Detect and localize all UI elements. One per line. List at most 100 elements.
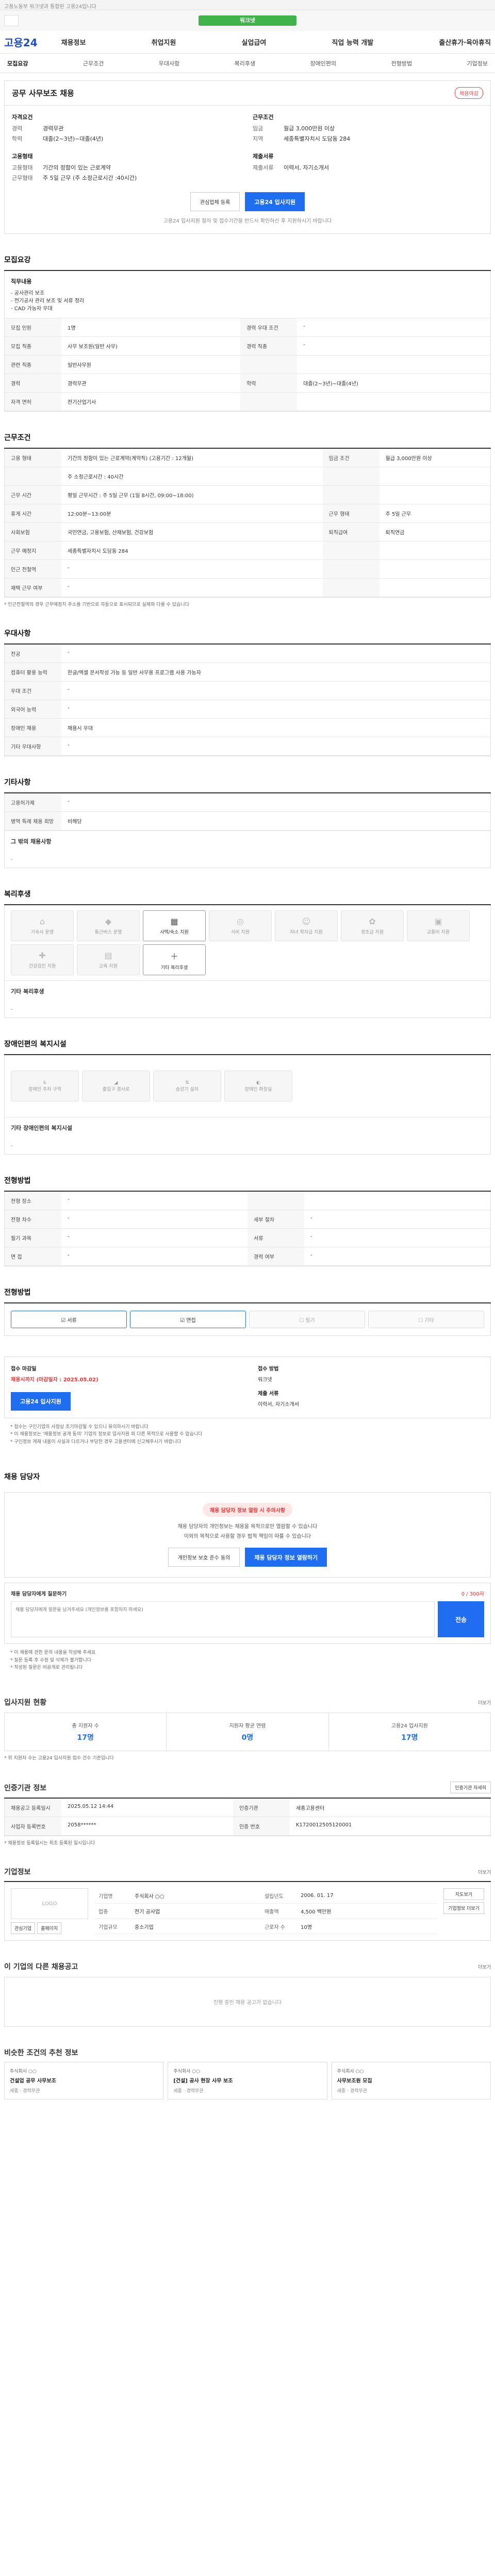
gnb-item-0[interactable]: 채용정보 <box>61 37 86 47</box>
similar-card[interactable]: 주식회사 ○○ 건설업 공무 사무보조 세종 · 경력무관 <box>4 2062 164 2100</box>
tab-0[interactable]: 모집요강 <box>2 59 33 67</box>
apply-button[interactable]: 고용24 입사지원 <box>245 192 305 211</box>
tab-2[interactable]: 우대사항 <box>154 59 185 67</box>
table-value-cell: - <box>61 681 490 700</box>
table-value-cell: - <box>304 1228 490 1247</box>
similar-card[interactable]: 주식회사 ○○ [건설] 공사 현장 사무 보조 세종 · 경력무관 <box>168 2062 327 2100</box>
table-header-cell: 관련 직종 <box>5 355 61 374</box>
interest-button[interactable]: 관심업체 등록 <box>190 192 240 211</box>
table-value-cell: - <box>61 560 323 579</box>
gnb-item-3[interactable]: 직업 능력 개발 <box>332 37 373 47</box>
apply-button-2[interactable]: 고용24 입사지원 <box>11 1392 71 1411</box>
manager-text-2: 이외의 목적으로 사용할 경우 법적 책임이 따를 수 있습니다 <box>184 1534 311 1540</box>
table-row: 외국어 능력 - <box>5 700 490 719</box>
company-home-button[interactable]: 홈페이지 <box>37 1922 62 1935</box>
question-note-line: * 이 채용에 관한 문의 내용을 작성해 주세요 <box>10 1650 96 1656</box>
table-value-cell: 경력무관 <box>61 374 241 393</box>
tab-1[interactable]: 근무조건 <box>78 59 109 67</box>
gnb-item-4[interactable]: 출산휴가·육아휴직 <box>439 37 491 47</box>
gnb-item-2[interactable]: 실업급여 <box>242 37 267 47</box>
table-header-cell: 근무 예정지 <box>5 541 61 560</box>
table-value-cell: - <box>61 1192 248 1210</box>
table-value-cell <box>379 541 490 560</box>
table-row: 인근 전철역 - <box>5 560 490 579</box>
company-view-button[interactable]: 기업정보 더보기 <box>443 1902 484 1914</box>
table-row: 사업자 등록번호 2058****** 인증 번호 K1720012505120001 <box>5 1817 490 1836</box>
company-like-button[interactable]: 관심기업 <box>11 1922 36 1935</box>
table-value-cell: - <box>297 318 490 337</box>
company-section: 기업정보 더보기 LOGO 관심기업 홈페이지 기업명 주식회사 ○○ 설립년도 20… <box>4 1867 491 1941</box>
company-map-button[interactable]: 지도보기 <box>443 1888 484 1901</box>
table-value-cell: 일반사무원 <box>61 355 241 374</box>
table-header-cell: 퇴직급여 <box>322 522 380 541</box>
welfare-item: ▣ 교통비 지원 <box>407 910 470 941</box>
company-key: 기업명 <box>94 1888 130 1904</box>
process-title: 전형방법 <box>4 1175 491 1192</box>
table-header-cell: 학력 <box>240 374 298 393</box>
deadline-value: 채용시까지 (마감일자 : 2025.05.02) <box>11 1377 98 1383</box>
company-value: 2006. 01. 17 <box>296 1888 438 1904</box>
tab-5[interactable]: 전형방법 <box>386 59 417 67</box>
manager-text-1: 채용 담당자의 개인정보는 채용을 목적으로만 열람할 수 있습니다 <box>177 1524 318 1530</box>
table-row: 재택 근무 여부 - <box>5 578 490 597</box>
company-more-link[interactable]: 더보기 <box>478 1869 491 1875</box>
global-nav: 고용24 채용정보 취업지원 실업급여 직업 능력 개발 출산휴가·육아휴직 <box>0 31 495 54</box>
stat-label: 고용24 입사지원 <box>391 1723 428 1730</box>
method-item: ☑ 면접 <box>130 1311 246 1328</box>
table-value-cell: - <box>61 645 490 663</box>
table-value-cell: 한글/엑셀 문서작성 가능 등 일반 사무용 프로그램 사용 가능자 <box>61 663 490 682</box>
company-row: 업종 전기 공사업 매출액 4,500 백만원 <box>94 1903 438 1919</box>
child-icon: ☺ <box>302 917 311 926</box>
table-row: 전형 장소 - <box>5 1192 490 1210</box>
gnb-item-1[interactable]: 취업지원 <box>152 37 176 47</box>
stat-item: 지원자 평균 연령 0명 <box>167 1713 329 1751</box>
stat-value: 17명 <box>401 1734 418 1742</box>
tab-4[interactable]: 장애인편의 <box>305 59 342 67</box>
welfare-label: 교육 지원 <box>99 964 118 969</box>
table-row: 사회보험 국민연금, 고용보험, 산재보험, 건강보험 퇴직급여 퇴직연금 <box>5 522 490 541</box>
table-header-cell: 경력 우대 조건 <box>240 318 298 337</box>
welfare-item: ⌂ 기숙사 운영 <box>11 910 74 941</box>
table-value-cell: - <box>61 1247 248 1266</box>
table-header-cell: 경력 <box>5 374 61 393</box>
similar-card[interactable]: 주식회사 ○○ 사무보조원 모집 세종 · 경력무관 <box>331 2062 491 2100</box>
disab-other-value: - <box>11 1143 13 1149</box>
welfare-other-label: 기타 복리후생 <box>5 980 490 1002</box>
table-header-cell <box>248 1192 304 1210</box>
table-value-cell: 채용시 우대 <box>61 718 490 737</box>
right_rows-key: 지역 <box>253 135 263 142</box>
similar-title: 비슷한 조건의 추천 정보 <box>4 2049 78 2058</box>
privacy-agree-button[interactable]: 개인정보 보호 준수 동의 <box>168 1548 240 1567</box>
table-header-cell: 서류 <box>248 1228 304 1247</box>
cert-note: * 채용정보 등록일시는 최초 등록된 일시입니다 <box>4 1841 95 1846</box>
view-manager-button[interactable]: 채용 담당자 정보 열람하기 <box>245 1548 327 1567</box>
question-send-button[interactable]: 전송 <box>438 1601 484 1638</box>
stat-value: 0명 <box>241 1734 254 1742</box>
question-note-line: * 질문 등록 후 수정 및 삭제가 불가합니다 <box>10 1657 92 1663</box>
table-row: 관련 직종 일반사무원 <box>5 355 490 374</box>
tab-3[interactable]: 복리후생 <box>229 59 260 67</box>
cert-detail-button[interactable]: 인증기관 자세히 <box>450 1782 491 1794</box>
table-header-cell: 고용 형태 <box>5 449 61 467</box>
table-header-cell: 장애인 채용 <box>5 718 61 737</box>
stats-more-link[interactable]: 더보기 <box>478 1699 491 1706</box>
wheelchair-icon: ♿ <box>42 1080 47 1086</box>
apply-note-line: * 이 채용정보는 '채용정보 공개 동의' 기업의 정보로 입사지원 외 다른… <box>10 1432 203 1437</box>
ribbon-label[interactable]: 워크넷 <box>199 15 296 26</box>
right2_rows-value: 이력서, 자기소개서 <box>284 164 329 171</box>
table-value-cell: - <box>61 737 490 756</box>
table-row: 고용허가제 - <box>5 793 490 812</box>
table-value-cell: - <box>304 1210 490 1229</box>
site-logo[interactable]: 고용24 <box>4 35 38 49</box>
question-input[interactable] <box>11 1601 435 1638</box>
table-header-cell: 사업자 등록번호 <box>5 1817 61 1836</box>
welfare-label: 교통비 지원 <box>426 930 450 935</box>
tab-6[interactable]: 기업정보 <box>461 59 492 67</box>
same-more-link[interactable]: 더보기 <box>478 1963 491 1970</box>
welfare-item: ▦ 사택/숙소 지원 <box>143 910 206 941</box>
disab-label: 출입구 경사로 <box>102 1087 130 1092</box>
table-value-cell <box>304 1192 490 1210</box>
book-icon: ▤ <box>104 951 112 960</box>
question-counter: 0 / 300자 <box>461 1591 484 1598</box>
company-row: 기업규모 중소기업 근로자 수 10명 <box>94 1919 438 1935</box>
